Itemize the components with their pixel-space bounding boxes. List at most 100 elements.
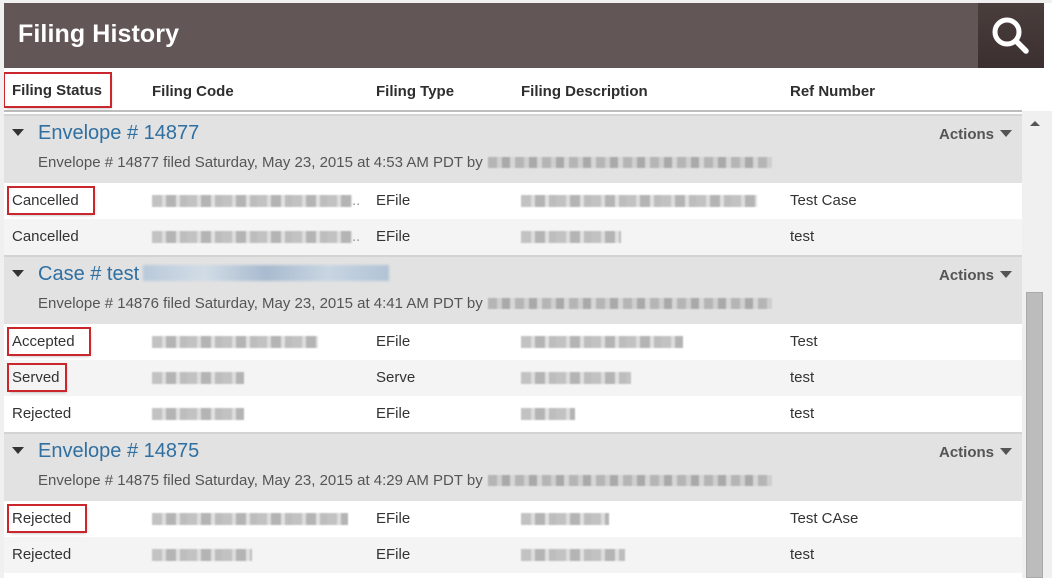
redacted-filing-description: [521, 513, 609, 526]
column-header-filing-status[interactable]: Filing Status: [4, 72, 112, 108]
filing-status: Cancelled: [7, 186, 95, 215]
redacted-filing-description: [521, 549, 625, 562]
ref-number: Test Case: [790, 192, 857, 209]
filing-type: EFile: [376, 333, 411, 350]
filing-type: Serve: [376, 369, 416, 386]
column-header-ref-number[interactable]: Ref Number: [790, 83, 875, 100]
redacted-judge-name: [143, 265, 390, 281]
redacted-filing-code: [152, 195, 352, 208]
ref-number: test: [790, 228, 815, 245]
envelope-title-link[interactable]: Envelope # 14875: [38, 440, 199, 463]
case-title-text: Case # test: [38, 263, 140, 285]
search-button[interactable]: [978, 3, 1044, 68]
ref-number: Test CAse: [790, 510, 859, 527]
filing-code: [152, 546, 252, 563]
actions-dropdown[interactable]: Actions: [939, 267, 1012, 284]
filing-row[interactable]: Accepted EFile Test: [4, 324, 1022, 360]
filing-code: ..: [152, 228, 360, 245]
filing-code: [152, 405, 244, 422]
case-group-header: Case # test Envelope # 14876 filed Satur…: [4, 255, 1022, 324]
actions-label: Actions: [938, 444, 994, 461]
ref-number: test: [790, 369, 815, 386]
redacted-filing-description: [521, 336, 683, 349]
filing-code: [152, 369, 244, 386]
filing-status: Rejected: [12, 405, 72, 422]
scroll-up-arrow-icon[interactable]: [1030, 121, 1040, 126]
filing-description: [521, 333, 683, 350]
dropdown-arrow-icon: [1000, 448, 1012, 455]
redacted-filer-name: [487, 475, 772, 486]
column-header-filing-code[interactable]: Filing Code: [152, 83, 234, 100]
column-header-filing-description[interactable]: Filing Description: [521, 83, 648, 100]
redacted-filing-code: [152, 372, 244, 385]
envelope-title-link[interactable]: Envelope # 14877: [38, 122, 199, 145]
filing-description: [521, 192, 757, 209]
envelope-filed-text: Envelope # 14877 filed Saturday, May 23,…: [38, 154, 483, 171]
vertical-scrollbar[interactable]: [1022, 111, 1052, 578]
ref-number: Test: [790, 333, 818, 350]
filing-status: Cancelled: [12, 228, 79, 245]
redacted-filing-description: [521, 195, 757, 208]
ref-number: test: [790, 546, 815, 563]
actions-dropdown[interactable]: Actions: [939, 126, 1012, 143]
filing-description: [521, 510, 609, 527]
redacted-filing-code: [152, 336, 318, 349]
redacted-filing-code: [152, 549, 252, 562]
ellipsis: ..: [352, 228, 361, 245]
envelope-subtitle: Envelope # 14876 filed Saturday, May 23,…: [38, 295, 772, 312]
envelope-group-header: Envelope # 14877 Envelope # 14877 filed …: [4, 114, 1022, 183]
dropdown-arrow-icon: [1000, 271, 1012, 278]
filing-code: [152, 333, 318, 350]
redacted-filing-code: [152, 231, 352, 244]
ref-number: test: [790, 405, 815, 422]
filing-type: EFile: [376, 546, 411, 563]
envelope-subtitle: Envelope # 14877 filed Saturday, May 23,…: [38, 154, 772, 171]
filing-row[interactable]: Cancelled .. EFile test: [4, 219, 1022, 255]
redacted-filer-name: [487, 298, 772, 309]
dropdown-arrow-icon: [1000, 130, 1012, 137]
column-header-filing-type[interactable]: Filing Type: [376, 83, 454, 100]
filing-row[interactable]: Rejected EFile test: [4, 537, 1022, 573]
filing-status: Served: [7, 363, 67, 392]
filing-description: [521, 369, 631, 386]
redacted-filing-code: [152, 513, 348, 526]
title-bar: Filing History: [4, 3, 1044, 68]
filing-code: ..: [152, 192, 360, 209]
filing-description: [521, 228, 621, 245]
column-header-row: Filing Status Filing Code Filing Type Fi…: [4, 68, 1022, 112]
collapse-caret-icon[interactable]: [12, 447, 24, 454]
collapse-caret-icon[interactable]: [12, 129, 24, 136]
filing-description: [521, 546, 625, 563]
filing-row[interactable]: Rejected EFile Test CAse: [4, 501, 1022, 537]
case-title-link[interactable]: Case # test: [38, 263, 390, 286]
scrollbar-thumb[interactable]: [1026, 292, 1043, 578]
actions-label: Actions: [938, 267, 994, 284]
redacted-filing-description: [521, 408, 575, 421]
envelope-filed-text: Envelope # 14875 filed Saturday, May 23,…: [38, 472, 483, 489]
filing-row[interactable]: Served Serve test: [4, 360, 1022, 396]
filing-row[interactable]: Rejected EFile test: [4, 396, 1022, 432]
filing-status: Rejected: [6, 504, 88, 533]
search-icon: [992, 17, 1029, 54]
collapse-caret-icon[interactable]: [12, 270, 24, 277]
actions-label: Actions: [938, 126, 994, 143]
filing-description: [521, 405, 575, 422]
envelope-filed-text: Envelope # 14876 filed Saturday, May 23,…: [38, 295, 483, 312]
envelope-group-header: Envelope # 14875 Envelope # 14875 filed …: [4, 432, 1022, 501]
filing-status: Rejected: [12, 546, 72, 563]
filing-code: [152, 510, 348, 527]
filing-history-panel: Filing History Filing Status Filing Code…: [4, 3, 1052, 578]
redacted-filing-description: [521, 231, 621, 244]
filing-type: EFile: [376, 228, 411, 245]
redacted-filing-description: [521, 372, 631, 385]
redacted-filer-name: [487, 157, 772, 168]
filing-type: EFile: [376, 192, 411, 209]
filing-list: Envelope # 14877 Envelope # 14877 filed …: [4, 114, 1022, 573]
filing-status: Accepted: [7, 327, 91, 356]
envelope-subtitle: Envelope # 14875 filed Saturday, May 23,…: [38, 472, 772, 489]
actions-dropdown[interactable]: Actions: [939, 444, 1012, 461]
filing-row[interactable]: Cancelled .. EFile Test Case: [4, 183, 1022, 219]
filing-type: EFile: [376, 405, 411, 422]
ellipsis: ..: [352, 192, 361, 209]
page-title: Filing History: [18, 20, 180, 48]
